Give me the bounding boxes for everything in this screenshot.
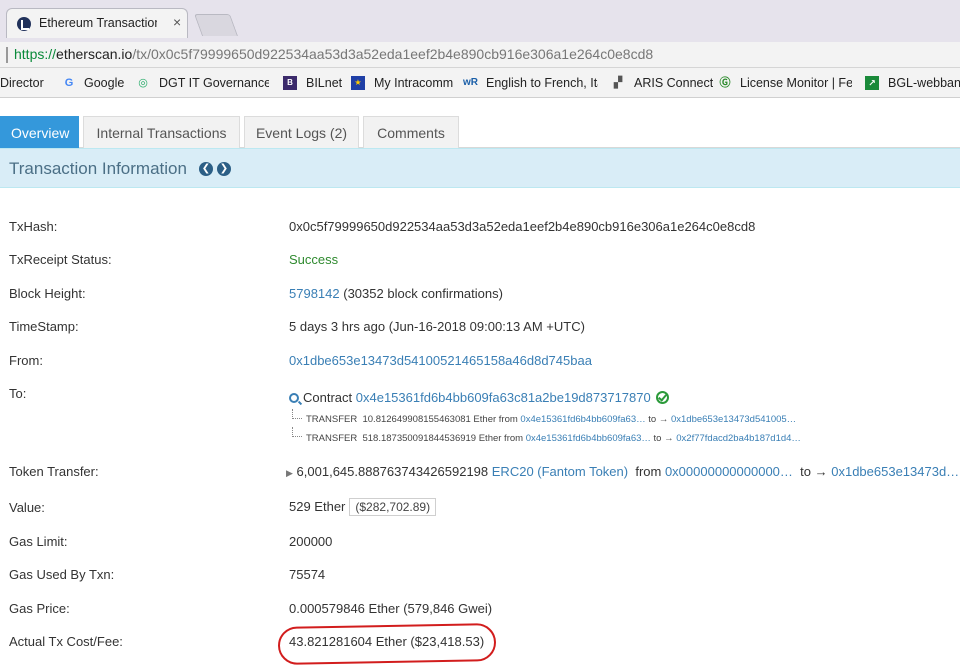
- timestamp-value: 5 days 3 hrs ago (Jun-16-2018 09:00:13 A…: [289, 319, 585, 334]
- bookmark-dgt[interactable]: DGT IT Governance -: [159, 76, 269, 90]
- address-bar[interactable]: https://etherscan.io/tx/0x0c5f79999650d9…: [0, 42, 960, 68]
- license-icon: Ⓖ: [719, 77, 731, 89]
- gas-price-value: 0.000579846 Ether (579,846 Gwei): [289, 601, 493, 616]
- to-label: To:: [9, 386, 27, 401]
- transfer-prefix: TRANSFER: [306, 433, 358, 444]
- caret-right-icon: ▶: [286, 468, 293, 478]
- transfer-from-link[interactable]: 0x4e15361fd6b4bb609fa63…: [520, 414, 645, 425]
- aris-icon: ▞: [613, 77, 623, 89]
- bookmarks-bar: Director G Google ◎ DGT IT Governance - …: [0, 68, 960, 98]
- value-group: 529 Ether ($282,702.89): [289, 498, 437, 516]
- bookmark-bilnet[interactable]: BILnet: [306, 76, 342, 90]
- block-label: Block Height:: [9, 286, 86, 301]
- fee-label: Actual Tx Cost/Fee:: [9, 634, 123, 649]
- bookmark-director[interactable]: Director: [0, 76, 50, 90]
- tab-close-icon[interactable]: ×: [173, 14, 181, 30]
- browser-tabbar: Ethereum Transaction 0x ×: [0, 0, 960, 42]
- bank-icon: ↗: [865, 76, 879, 90]
- token-from-word: from: [635, 464, 662, 479]
- etherscan-favicon-icon: [17, 17, 31, 31]
- tab-event-logs[interactable]: Event Logs (2): [244, 116, 359, 148]
- url-scheme: https://: [14, 46, 57, 62]
- search-icon[interactable]: [289, 393, 299, 403]
- verified-check-icon: [655, 391, 669, 404]
- value-usd-badge: ($282,702.89): [349, 498, 437, 516]
- status-value: Success: [289, 252, 339, 267]
- transfer-prefix: TRANSFER: [306, 414, 358, 425]
- bookmark-wordreference[interactable]: English to French, Ital: [486, 76, 598, 90]
- token-name-link[interactable]: ERC20 (Fantom Token): [492, 464, 628, 479]
- tab-comments[interactable]: Comments: [363, 116, 459, 148]
- block-link[interactable]: 5798142: [289, 286, 340, 301]
- to-contract-prefix: Contract: [303, 390, 353, 405]
- tab-internal-transactions[interactable]: Internal Transactions: [83, 116, 240, 148]
- bilnet-icon: B: [283, 76, 297, 90]
- token-to-link[interactable]: 0x1dbe653e13473d…: [831, 464, 959, 479]
- gas-used-label: Gas Used By Txn:: [9, 567, 115, 582]
- token-to-word: to →: [800, 464, 828, 479]
- bookmark-intracomm[interactable]: My Intracomm: [374, 76, 453, 90]
- value-label: Value:: [9, 500, 45, 515]
- transfer-amount: 10.812649908155463081 Ether from: [362, 414, 518, 425]
- block-value-group: 5798142 (30352 block confirmations): [289, 286, 503, 301]
- internal-transfer-1: TRANSFER 10.812649908155463081 Ether fro…: [306, 414, 796, 425]
- page-tabs: Overview Internal Transactions Event Log…: [0, 116, 960, 148]
- transfer-to-word: to →: [653, 433, 674, 444]
- to-value-group: Contract 0x4e15361fd6b4bb609fa63c81a2be1…: [289, 389, 669, 405]
- tree-branch: [292, 409, 302, 419]
- red-highlight-circle: [277, 623, 497, 665]
- url-text[interactable]: https://etherscan.io/tx/0x0c5f79999650d9…: [14, 46, 653, 62]
- tree-branch: [292, 427, 302, 437]
- tab-overview[interactable]: Overview: [0, 116, 79, 148]
- eu-flag-icon: ★: [351, 76, 365, 90]
- wordreference-icon: wR: [463, 77, 478, 88]
- new-tab-button[interactable]: [193, 14, 239, 36]
- from-address-link[interactable]: 0x1dbe653e13473d54100521465158a46d8d745b…: [289, 353, 592, 368]
- url-path: /tx/0x0c5f79999650d922534aa53d3a52eda1ee…: [132, 46, 654, 62]
- gas-limit-label: Gas Limit:: [9, 534, 68, 549]
- timestamp-label: TimeStamp:: [9, 319, 79, 334]
- globe-icon: ◎: [138, 77, 148, 89]
- transfer-to-word: to →: [648, 414, 669, 425]
- bookmark-license-monitor[interactable]: License Monitor | Fe: [740, 76, 852, 90]
- next-arrow-icon[interactable]: ❯: [217, 162, 231, 176]
- bookmark-google[interactable]: Google: [84, 76, 124, 90]
- gas-price-label: Gas Price:: [9, 601, 70, 616]
- transfer-to-link[interactable]: 0x2f77fdacd2ba4b187d1d4…: [676, 433, 801, 444]
- txhash-value: 0x0c5f79999650d922534aa53d3a52eda1eef2b4…: [289, 219, 756, 234]
- value-ether: 529 Ether: [289, 499, 346, 514]
- section-header: Transaction Information ❮ ❯: [0, 148, 960, 188]
- transfer-from-link[interactable]: 0x4e15361fd6b4bb609fa63…: [526, 433, 651, 444]
- to-contract-link[interactable]: 0x4e15361fd6b4bb609fa63c81a2be19d8737178…: [356, 390, 651, 405]
- status-label: TxReceipt Status:: [9, 252, 112, 267]
- gas-limit-value: 200000: [289, 534, 333, 549]
- transfer-amount: 518.187350091844536919 Ether from: [362, 433, 524, 444]
- bookmark-aris[interactable]: ARIS Connect: [634, 76, 713, 90]
- url-host: etherscan.io: [56, 46, 133, 62]
- bookmark-bgl-webbank[interactable]: BGL-webbank: [888, 76, 960, 90]
- google-icon: G: [64, 77, 74, 89]
- gas-used-value: 75574: [289, 567, 326, 582]
- token-amount: 6,001,645.888763743426592198: [296, 464, 489, 479]
- from-label: From:: [9, 353, 43, 368]
- txhash-label: TxHash:: [9, 219, 58, 234]
- block-confirmations: (30352 block confirmations): [343, 286, 503, 301]
- section-title: Transaction Information: [9, 159, 187, 178]
- token-from-link[interactable]: 0x00000000000000…: [665, 464, 793, 479]
- browser-tab[interactable]: Ethereum Transaction 0x ×: [6, 8, 188, 38]
- transfer-to-link[interactable]: 0x1dbe653e13473d541005…: [671, 414, 796, 425]
- token-transfer-value: ▶ 6,001,645.888763743426592198 ERC20 (Fa…: [286, 464, 959, 479]
- token-transfer-label: Token Transfer:: [9, 464, 99, 479]
- internal-transfer-2: TRANSFER 518.187350091844536919 Ether fr…: [306, 433, 801, 444]
- browser-tab-title: Ethereum Transaction 0x: [39, 16, 157, 30]
- prev-arrow-icon[interactable]: ❮: [199, 162, 213, 176]
- address-bar-edge: [6, 47, 8, 63]
